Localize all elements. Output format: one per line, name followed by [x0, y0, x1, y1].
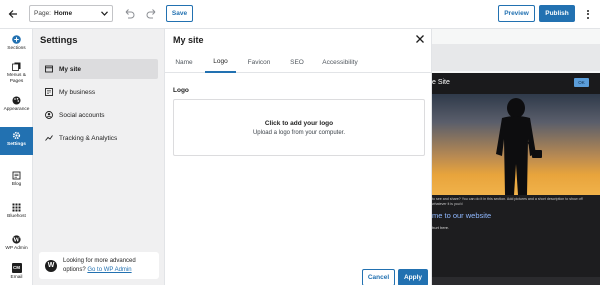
- settings-item-social-accounts[interactable]: Social accounts: [39, 105, 158, 125]
- rail-item-wp-admin[interactable]: W WP Admin: [0, 235, 33, 252]
- tab-accessibility[interactable]: Accessibility: [318, 52, 362, 73]
- close-icon[interactable]: [414, 33, 426, 45]
- site-preview: e Site OK to see and share? You can do i…: [432, 29, 600, 285]
- wordpress-icon: W: [12, 235, 21, 244]
- cancel-button[interactable]: Cancel: [362, 269, 395, 285]
- undo-icon[interactable]: [123, 8, 135, 20]
- page-selector-label: Page:: [34, 10, 51, 17]
- pages-icon: [12, 62, 21, 71]
- rail-item-settings[interactable]: Settings: [0, 127, 33, 155]
- save-button[interactable]: Save: [166, 5, 193, 22]
- rail-label-menus-pages: Menus & Pages: [7, 73, 26, 84]
- modal-tabs: Name Logo Favicon SEO Accessibility: [165, 52, 432, 73]
- settings-item-label: Tracking & Analytics: [59, 134, 118, 142]
- modal-title: My site: [173, 35, 204, 45]
- settings-item-label: My site: [59, 65, 82, 73]
- upload-title: Click to add your logo: [264, 119, 334, 127]
- analytics-icon: [45, 135, 53, 141]
- social-icon: [45, 111, 53, 119]
- wp-admin-promo: W Looking for more advanced options? Go …: [39, 252, 159, 279]
- settings-item-tracking-analytics[interactable]: Tracking & Analytics: [39, 128, 158, 148]
- tab-logo[interactable]: Logo: [205, 52, 236, 73]
- tab-seo[interactable]: SEO: [285, 52, 309, 73]
- top-bar: Page: Home Save Preview Publish: [0, 0, 600, 29]
- preview-body-text: to see and share? You can do it in this …: [432, 197, 583, 207]
- my-site-icon: [45, 65, 53, 73]
- settings-item-label: My business: [59, 88, 96, 96]
- rail-item-menus-pages[interactable]: Menus & Pages: [0, 62, 33, 84]
- wordpress-icon: W: [45, 259, 57, 272]
- settings-item-label: Social accounts: [59, 111, 105, 119]
- page-selector[interactable]: Page: Home: [29, 5, 113, 22]
- settings-item-my-business[interactable]: My business: [39, 82, 158, 102]
- publish-button[interactable]: Publish: [539, 5, 575, 22]
- settings-panel: Settings My site My business Social acco…: [33, 29, 165, 285]
- preview-header-button: OK: [574, 78, 589, 87]
- rail-label-blog: Blog: [11, 182, 22, 187]
- grid-icon: [12, 203, 21, 212]
- rail-item-bluehost[interactable]: Bluehost: [0, 203, 33, 220]
- rail-label-appearance: Appearance: [3, 107, 30, 112]
- preview-welcome-heading: me to our website: [432, 211, 492, 220]
- settings-item-my-site[interactable]: My site: [39, 59, 158, 79]
- logo-upload-zone[interactable]: Click to add your logo Upload a logo fro…: [173, 99, 425, 156]
- more-options-icon[interactable]: [582, 6, 594, 22]
- logo-section-label: Logo: [173, 87, 189, 94]
- back-button[interactable]: [6, 7, 20, 21]
- preview-strip: [432, 44, 600, 71]
- preview-button[interactable]: Preview: [498, 5, 535, 22]
- svg-text:W: W: [12, 237, 20, 243]
- go-to-wp-admin-link[interactable]: Go to WP Admin: [87, 267, 131, 273]
- settings-title: Settings: [40, 35, 78, 46]
- left-rail: Sections Menus & Pages Appearance Settin…: [0, 29, 33, 285]
- plus-circle-icon: [12, 35, 21, 44]
- tab-name[interactable]: Name: [171, 52, 197, 73]
- rail-item-blog[interactable]: Blog: [0, 171, 33, 188]
- rail-label-settings: Settings: [7, 142, 26, 147]
- palette-icon: [12, 96, 21, 105]
- preview-hero-image: [432, 94, 600, 195]
- rail-item-email[interactable]: CM Email: [0, 263, 33, 281]
- preview-site-title: e Site: [432, 79, 450, 86]
- rail-label-email: Email: [10, 275, 23, 280]
- apply-button[interactable]: Apply: [398, 269, 428, 285]
- chevron-down-icon: [101, 11, 108, 16]
- blog-icon: [12, 171, 21, 180]
- redo-icon[interactable]: [146, 8, 158, 20]
- email-icon: CM: [13, 265, 20, 271]
- tab-favicon[interactable]: Favicon: [243, 52, 275, 73]
- preview-footer-bar: [432, 277, 600, 285]
- preview-learn-text: hurt here.: [432, 225, 450, 230]
- photographer-silhouette: [496, 98, 542, 195]
- rail-label-bluehost: Bluehost: [7, 214, 26, 219]
- upload-subtitle: Upload a logo from your computer.: [252, 129, 346, 136]
- page-selector-value: Home: [54, 10, 73, 17]
- rail-item-appearance[interactable]: Appearance: [0, 96, 33, 113]
- rail-label-sections: Sections: [7, 46, 26, 51]
- business-icon: [45, 88, 53, 96]
- rail-item-sections[interactable]: Sections: [0, 35, 33, 52]
- my-site-modal: My site Name Logo Favicon SEO Accessibil…: [165, 29, 432, 285]
- preview-site-frame: e Site OK to see and share? You can do i…: [432, 73, 600, 285]
- gear-icon: [12, 131, 21, 140]
- rail-label-wp-admin: WP Admin: [5, 246, 28, 251]
- arrow-left-icon: [8, 10, 17, 18]
